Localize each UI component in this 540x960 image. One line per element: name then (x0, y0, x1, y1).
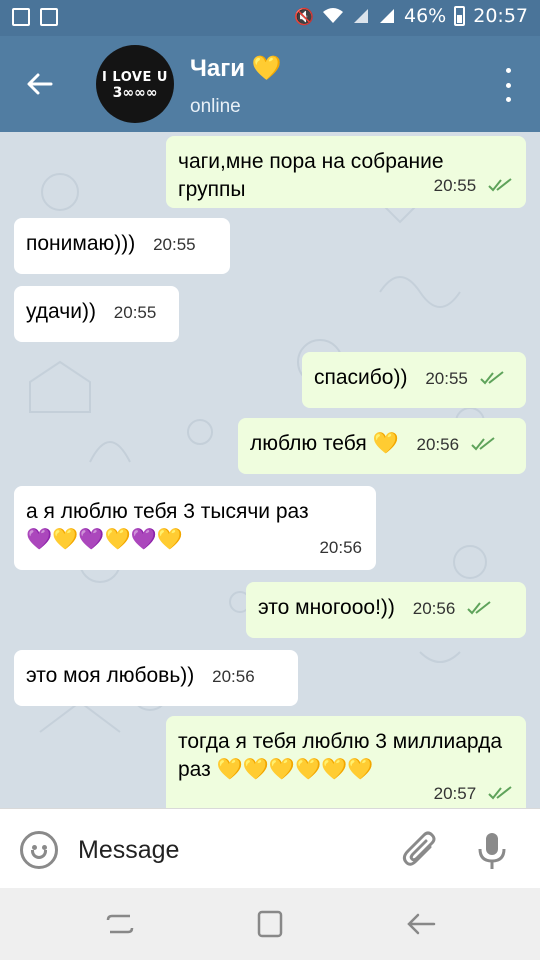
status-bar: 🔇 46% 20:57 (0, 0, 540, 36)
message-bubble-incoming[interactable]: понимаю))) 20:55 (14, 218, 230, 274)
notification-icons (12, 8, 58, 26)
message-text: люблю тебя 💛 (250, 432, 399, 455)
message-bubble-outgoing[interactable]: спасибо)) 20:55 (302, 352, 526, 408)
message-input[interactable] (78, 833, 378, 867)
battery-icon (454, 6, 466, 26)
message-text: понимаю))) (26, 232, 136, 255)
message-time: 20:56 (412, 599, 456, 618)
system-indicators: 🔇 46% 20:57 (294, 5, 528, 27)
microphone-icon (478, 833, 506, 869)
message-bubble-incoming[interactable]: а я люблю тебя 3 тысячи раз 💜💛💜💛💜💛 20:56 (14, 486, 376, 570)
message-bubble-incoming[interactable]: это моя любовь)) 20:56 (14, 650, 298, 706)
message-bubble-outgoing[interactable]: чаги,мне пора на собрание группы 20:55 (166, 136, 526, 208)
more-vert-icon (505, 68, 511, 73)
clock: 20:57 (473, 5, 528, 27)
recents-button[interactable] (100, 908, 140, 940)
message-time: 20:55 (153, 235, 196, 254)
message-time: 20:55 (433, 176, 477, 195)
mute-icon: 🔇 (294, 6, 314, 26)
home-button[interactable] (250, 908, 290, 940)
message-text: удачи)) (26, 300, 96, 323)
voice-record-button[interactable] (474, 829, 510, 873)
back-button[interactable] (18, 64, 62, 104)
message-composer (0, 808, 540, 888)
message-bubble-outgoing[interactable]: тогда я тебя люблю 3 миллиарда раз 💛💛💛💛💛… (166, 716, 526, 808)
message-time: 20:56 (416, 435, 460, 454)
message-list[interactable]: чаги,мне пора на собрание группы 20:55 п… (0, 132, 540, 808)
system-navigation-bar (0, 888, 540, 960)
message-bubble-outgoing[interactable]: это многооо!)) 20:56 (246, 582, 526, 638)
paperclip-icon (402, 831, 436, 866)
message-text: чаги,мне пора на собрание группы (178, 150, 444, 201)
chat-header: I LOVE U 3∞∞∞ Чаги 💛 online (0, 36, 540, 132)
message-meta: 20:57 (422, 779, 512, 808)
more-options-button[interactable] (498, 68, 518, 102)
message-text: а я люблю тебя 3 тысячи раз 💜💛💜💛💜💛 (26, 500, 309, 551)
back-icon (407, 913, 436, 935)
message-bubble-incoming[interactable]: удачи)) 20:55 (14, 286, 179, 342)
message-time: 20:56 (212, 667, 255, 686)
attach-button[interactable] (400, 829, 440, 873)
message-time: 20:55 (113, 303, 157, 322)
home-icon (257, 910, 283, 938)
document-notification-icon (40, 8, 58, 26)
emoji-button[interactable] (20, 831, 58, 869)
signal-icon (354, 9, 368, 23)
read-checkmarks-icon (480, 371, 504, 385)
avatar-text-top: I LOVE U (102, 70, 168, 85)
chat-status: online (190, 96, 241, 117)
read-checkmarks-icon (471, 437, 495, 451)
recents-icon (106, 914, 134, 934)
message-text: это моя любовь)) (26, 664, 195, 687)
message-text: это многооо!)) (258, 596, 395, 619)
wifi-icon (323, 8, 343, 23)
message-text: спасибо)) (314, 366, 408, 389)
read-checkmarks-icon (467, 601, 491, 615)
chat-title[interactable]: Чаги 💛 (190, 54, 282, 83)
read-checkmarks-icon (488, 786, 512, 800)
battery-percent: 46% (404, 5, 447, 27)
message-bubble-outgoing[interactable]: люблю тебя 💛 20:56 (238, 418, 526, 474)
nav-back-button[interactable] (402, 908, 442, 940)
read-checkmarks-icon (488, 178, 512, 192)
avatar-text-bottom: 3∞∞∞ (112, 85, 158, 101)
avatar[interactable]: I LOVE U 3∞∞∞ (96, 45, 174, 123)
message-meta: 20:56 (307, 533, 362, 562)
message-time: 20:57 (433, 784, 477, 803)
arrow-left-icon (27, 73, 53, 95)
message-time: 20:56 (319, 538, 362, 557)
message-text: тогда я тебя люблю 3 миллиарда раз 💛💛💛💛💛… (178, 730, 503, 781)
signal-icon-2 (380, 9, 394, 23)
image-notification-icon (12, 8, 30, 26)
message-time: 20:55 (425, 369, 468, 388)
message-meta: 20:55 (422, 171, 512, 200)
